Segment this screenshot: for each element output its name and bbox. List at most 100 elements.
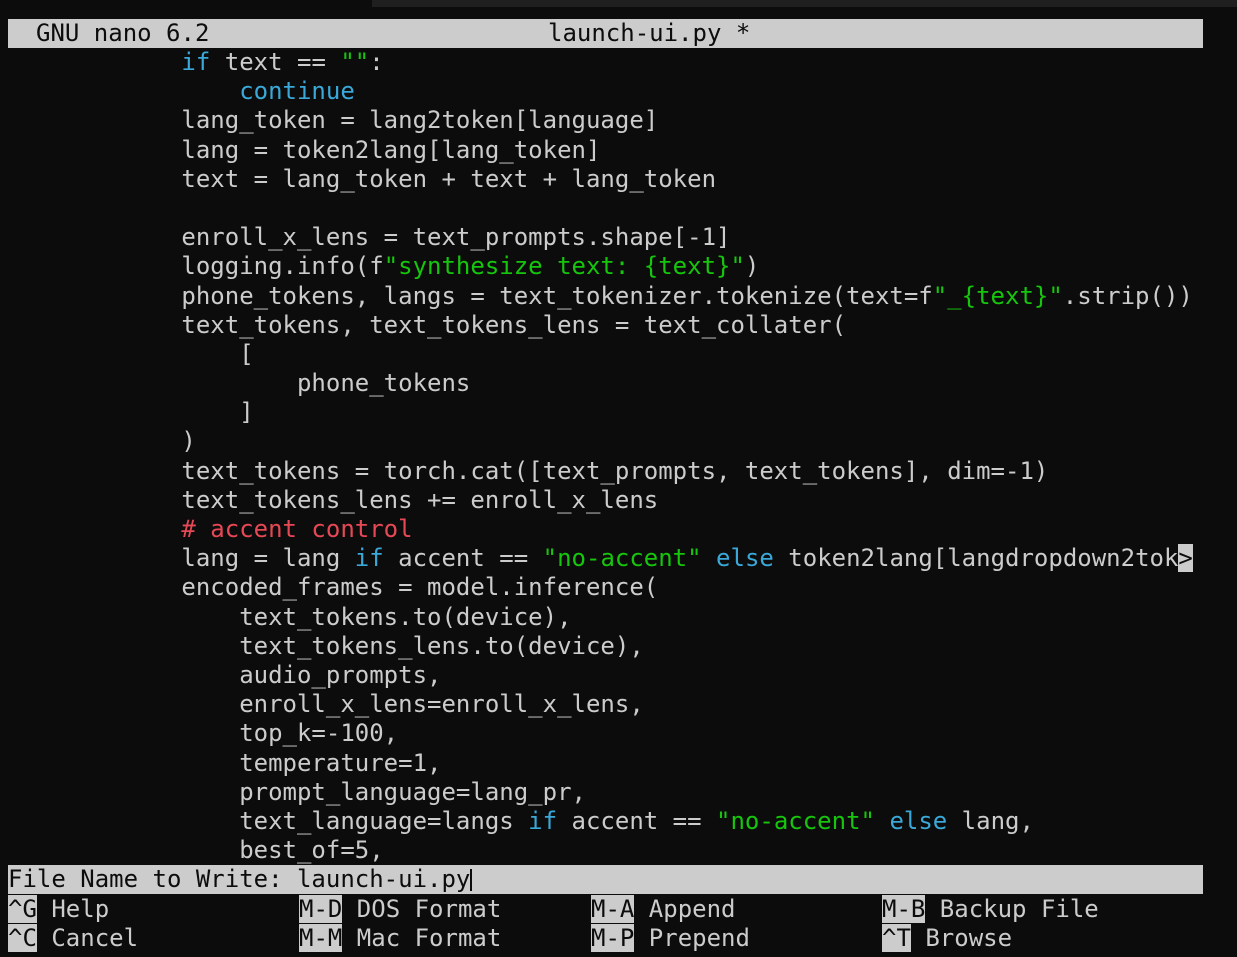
code-line: text_tokens, text_tokens_lens = text_col… [8,311,1203,340]
code-text: text_tokens = torch.cat([text_prompts, t… [8,456,1049,485]
shortcut-prepend[interactable]: M-P Prepend [591,924,750,953]
code-text: top_k=-100, [8,719,399,748]
code-line: continue [8,77,1203,106]
string-token: "no-accent" [542,544,702,573]
line-truncation-marker: > [1178,544,1193,573]
code-line: text_tokens.to(device), [8,603,1203,632]
code-line: ) [8,427,1203,456]
shortcut-label: Backup File [925,895,1099,923]
editor-area[interactable]: if text == "": continue lang_token = lan… [8,48,1203,865]
keyword-token: if [528,806,558,835]
code-text: text = lang_token + text + lang_token [8,164,717,193]
shortcut-key: M-P [591,924,635,952]
code-text: logging.info(f [8,252,384,281]
code-text: accent == [383,544,543,573]
shortcut-key: M-M [299,924,343,952]
code-text: encoded_frames = model.inference( [8,573,659,602]
code-text: phone_tokens, langs = text_tokenizer.tok… [8,281,933,310]
keyword-token: if [354,544,384,573]
file-name-prompt[interactable]: File Name to Write: launch-ui.py [8,865,1203,894]
tab-bar-edge [372,0,1237,7]
code-line: text = lang_token + text + lang_token [8,165,1203,194]
code-text: text_tokens_lens += enroll_x_lens [8,485,659,514]
code-line: prompt_language=lang_pr, [8,778,1203,807]
shortcut-label: Browse [910,924,1013,952]
code-text: lang_token = lang2token[language] [8,106,659,135]
keyword-token: else [716,544,774,573]
code-text: text_tokens, text_tokens_lens = text_col… [8,310,847,339]
window-top-strip [0,0,1237,19]
file-title: launch-ui.py * [548,19,751,47]
prompt-label: File Name to Write: [8,865,297,893]
shortcut-label: Cancel [36,924,139,952]
code-text: enroll_x_lens = text_prompts.shape[-1] [8,223,731,252]
code-text: ) [8,427,196,456]
code-text: : [369,48,384,76]
nano-title-bar: GNU nano 6.2 launch-ui.py * [8,19,1203,48]
code-text: text_tokens_lens.to(device), [8,631,644,660]
code-text: best_of=5, [8,836,384,865]
shortcut-mac-format[interactable]: M-M Mac Format [299,924,501,953]
file-name-input[interactable]: launch-ui.py [297,865,470,893]
shortcut-label: Mac Format [342,924,502,952]
shortcut-help[interactable]: ^G Help [8,895,109,924]
shortcut-dos-format[interactable]: M-D DOS Format [299,895,501,924]
string-token: "synthesize text: {text}" [383,252,745,281]
shortcut-append[interactable]: M-A Append [591,895,736,924]
code-line: text_tokens = torch.cat([text_prompts, t… [8,457,1203,486]
keyword-token: if [181,48,211,76]
keyword-token: else [889,806,948,835]
code-text: lang = token2lang[lang_token] [8,135,601,164]
code-text: [ [8,339,254,368]
string-token: "no-accent" [716,806,875,835]
code-text: text == [210,48,341,76]
code-text: enroll_x_lens=enroll_x_lens, [8,690,644,719]
code-text: .strip()) [1062,281,1193,310]
code-text: ] [8,398,254,427]
code-text: text_tokens.to(device), [8,602,572,631]
shortcut-key: M-B [882,895,926,923]
code-line: logging.info(f"synthesize text: {text}") [8,252,1203,281]
shortcut-label: Append [634,895,736,923]
code-text: lang, [947,806,1034,835]
comment-token: # accent control [181,515,413,543]
code-line: top_k=-100, [8,719,1203,748]
code-text: token2lang[langdropdown2tok [773,544,1179,573]
code-line: enroll_x_lens=enroll_x_lens, [8,690,1203,719]
shortcut-key: M-D [299,895,343,923]
app-version: GNU nano 6.2 [36,19,210,47]
code-line: lang = lang if accent == "no-accent" els… [8,544,1203,573]
shortcut-key: ^T [882,924,911,952]
shortcut-browse[interactable]: ^T Browse [882,924,1012,953]
code-line: text_language=langs if accent == "no-acc… [8,807,1203,836]
code-line: lang = token2lang[lang_token] [8,136,1203,165]
code-line: phone_tokens [8,369,1203,398]
shortcut-backup-file[interactable]: M-B Backup File [882,895,1099,924]
code-text: ) [744,252,760,281]
code-line: best_of=5, [8,836,1203,865]
shortcut-label: Help [36,895,110,923]
code-line: text_tokens_lens.to(device), [8,632,1203,661]
shortcut-key: M-A [591,895,635,923]
code-text: audio_prompts, [8,660,442,689]
code-line: audio_prompts, [8,661,1203,690]
string-token: "" [340,48,370,76]
terminal-window: GNU nano 6.2 launch-ui.py * if text == "… [0,0,1237,957]
shortcut-cancel[interactable]: ^C Cancel [8,924,138,953]
shortcut-label: Prepend [634,924,750,952]
code-text: temperature=1, [8,748,442,777]
code-text: accent == [557,806,717,835]
shortcut-row-1: ^G Help M-D DOS Format M-A Append M-B Ba… [8,895,1203,924]
code-line: if text == "": [8,48,1203,77]
code-line: # accent control [8,515,1203,544]
shortcut-bar: ^G Help M-D DOS Format M-A Append M-B Ba… [8,895,1203,953]
code-text: lang = lang [8,544,355,573]
text-cursor [470,869,473,891]
code-line: enroll_x_lens = text_prompts.shape[-1] [8,223,1203,252]
